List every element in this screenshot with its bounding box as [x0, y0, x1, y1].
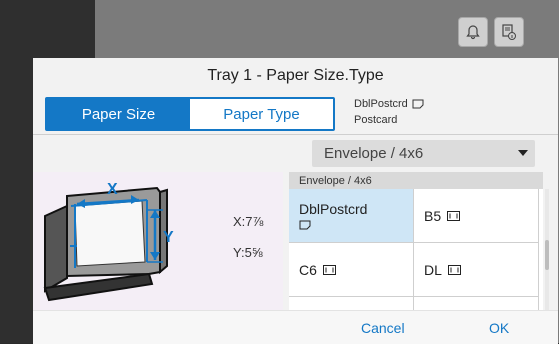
paper-size-dialog: Tray 1 - Paper Size.Type Paper Size Pape…	[33, 58, 558, 344]
tray-info-icon	[502, 24, 516, 40]
dimension-x: X:7⅞	[233, 214, 264, 229]
dropdown-value: Envelope / 4x6	[324, 145, 424, 162]
option-c6[interactable]: C6	[289, 243, 414, 297]
tab-paper-size[interactable]: Paper Size	[47, 99, 190, 129]
paper-category-dropdown[interactable]: Envelope / 4x6	[312, 140, 535, 167]
option-label: C6	[299, 261, 317, 278]
printer-tray-diagram: X Y	[37, 176, 222, 306]
scrollbar-thumb[interactable]	[545, 240, 549, 270]
postcard-orientation-icon	[299, 220, 311, 230]
list-header-label: Envelope / 4x6	[299, 174, 372, 187]
landscape-paper-icon	[322, 264, 336, 275]
current-size-label: DblPostcrd	[354, 98, 408, 110]
cancel-button[interactable]: Cancel	[361, 320, 405, 336]
landscape-paper-icon	[447, 264, 461, 275]
postcard-orientation-icon	[412, 99, 424, 109]
option-label: B5	[424, 207, 442, 224]
tray-info-button[interactable]	[494, 17, 524, 47]
dimension-y: Y:5⅝	[233, 245, 263, 260]
svg-text:Y: Y	[163, 229, 174, 246]
option-label: DL	[424, 261, 442, 278]
ok-button[interactable]: OK	[489, 320, 509, 336]
option-label: DblPostcrd	[299, 201, 368, 217]
landscape-paper-icon	[447, 210, 461, 221]
notification-button[interactable]	[458, 17, 488, 47]
list-item[interactable]	[414, 297, 539, 310]
current-type-label: Postcard	[354, 114, 398, 126]
svg-text:X: X	[107, 181, 118, 198]
option-dblpostcrd[interactable]: DblPostcrd	[289, 189, 414, 243]
dialog-title: Tray 1 - Paper Size.Type	[207, 66, 384, 84]
tab-group: Paper Size Paper Type	[45, 97, 335, 131]
tab-paper-type[interactable]: Paper Type	[190, 99, 333, 129]
paper-diagram-panel: X Y X:7⅞ Y:5⅝	[33, 172, 283, 310]
option-b5[interactable]: B5	[414, 189, 539, 243]
paper-size-grid: DblPostcrd B5 C6 DL	[289, 189, 543, 310]
divider	[33, 134, 558, 135]
chevron-down-icon	[518, 150, 528, 156]
list-header: Envelope / 4x6	[289, 172, 543, 189]
bell-icon	[466, 25, 480, 40]
dialog-footer: Cancel OK	[33, 310, 558, 344]
list-item[interactable]	[289, 297, 414, 310]
current-setting: DblPostcrd Postcard	[354, 96, 424, 128]
option-dl[interactable]: DL	[414, 243, 539, 297]
